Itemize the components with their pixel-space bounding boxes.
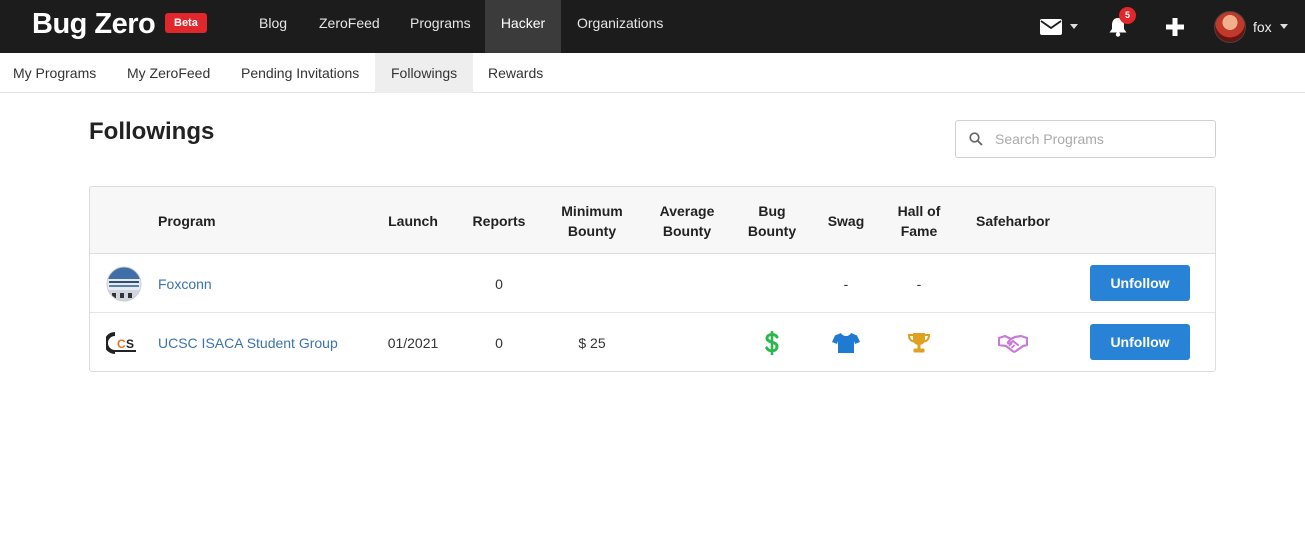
- username: fox: [1253, 18, 1272, 35]
- header-swag: Swag: [827, 212, 865, 229]
- nav-hacker[interactable]: Hacker: [485, 0, 561, 53]
- plus-icon: [1166, 17, 1184, 36]
- chevron-down-icon: [1279, 24, 1288, 29]
- launch-cell: 01/2021: [387, 334, 439, 351]
- notifications-button[interactable]: 5: [1107, 0, 1137, 53]
- messages-menu[interactable]: [1040, 0, 1078, 53]
- header-hall-of-fame: Hall of Fame: [886, 187, 952, 254]
- envelope-icon: [1040, 18, 1062, 35]
- tshirt-icon: [832, 332, 860, 353]
- swag-cell: [816, 313, 876, 371]
- search-icon: [969, 132, 983, 146]
- hall-of-fame-cell: [886, 313, 952, 371]
- notification-count-badge: 5: [1119, 7, 1136, 24]
- safeharbor-cell: [966, 254, 1060, 313]
- subnav-pending-invitations[interactable]: Pending Invitations: [228, 53, 372, 93]
- beta-badge: Beta: [165, 13, 207, 33]
- header-bug-bounty-line1: Bug: [758, 202, 786, 219]
- subnav-followings[interactable]: Followings: [375, 53, 474, 93]
- min-bounty-cell: $ 25: [578, 334, 606, 351]
- unfollow-button[interactable]: Unfollow: [1090, 265, 1190, 301]
- safeharbor-cell: [966, 313, 1060, 371]
- sub-navbar: My Programs My ZeroFeed Pending Invitati…: [0, 53, 1305, 93]
- program-name[interactable]: Foxconn: [158, 276, 212, 292]
- avg-bounty-cell: [643, 254, 731, 313]
- table-row: Foxconn 0 - - Unfollow: [90, 254, 1215, 313]
- avg-bounty-cell: [643, 313, 731, 371]
- nav-blog[interactable]: Blog: [243, 0, 303, 53]
- search-box[interactable]: [955, 120, 1216, 158]
- table-row: C S UCSC ISACA Student Group 01/2021 0 $…: [90, 313, 1215, 371]
- subnav-my-zerofeed[interactable]: My ZeroFeed: [114, 53, 223, 93]
- header-reports: Reports: [472, 212, 526, 229]
- dollar-icon: [765, 330, 779, 355]
- header-bug-bounty: Bug Bounty: [736, 187, 808, 254]
- bug-bounty-cell: [736, 254, 808, 313]
- ucsc-isaca-logo[interactable]: C S: [106, 325, 142, 361]
- header-hall-of-fame-line2: Fame: [900, 222, 938, 239]
- trophy-icon: [907, 332, 931, 352]
- reports-cell: 0: [495, 334, 503, 351]
- reports-cell: 0: [495, 275, 503, 292]
- program-link[interactable]: Foxconn: [158, 254, 212, 313]
- header-minimum-bounty: Minimum Bounty: [548, 187, 636, 254]
- followings-table: Program Launch Reports Minimum Bounty Av…: [89, 186, 1216, 372]
- nav-organizations[interactable]: Organizations: [561, 0, 679, 53]
- subnav-rewards[interactable]: Rewards: [475, 53, 556, 93]
- header-minimum-bounty-line1: Minimum: [561, 202, 623, 219]
- chevron-down-icon: [1070, 24, 1078, 29]
- brand-logo[interactable]: Bug Zero: [32, 7, 156, 41]
- page-title: Followings: [89, 118, 215, 145]
- launch-cell: [380, 254, 446, 313]
- header-average-bounty-line2: Bounty: [662, 222, 712, 239]
- min-bounty-cell: [548, 254, 636, 313]
- unfollow-button[interactable]: Unfollow: [1090, 324, 1190, 360]
- nav-zerofeed[interactable]: ZeroFeed: [303, 0, 396, 53]
- avatar: [1214, 10, 1246, 43]
- search-input[interactable]: [995, 131, 1195, 147]
- foxconn-logo[interactable]: [106, 266, 142, 302]
- header-minimum-bounty-line2: Bounty: [567, 222, 617, 239]
- header-hall-of-fame-line1: Hall of: [897, 202, 941, 219]
- nav-programs[interactable]: Programs: [394, 0, 487, 53]
- top-navbar: Bug Zero Beta Blog ZeroFeed Programs Hac…: [0, 0, 1305, 53]
- program-name[interactable]: UCSC ISACA Student Group: [158, 335, 338, 351]
- program-link[interactable]: UCSC ISACA Student Group: [158, 313, 338, 371]
- svg-text:S: S: [126, 337, 134, 351]
- svg-text:C: C: [117, 337, 126, 351]
- header-safeharbor: Safeharbor: [976, 212, 1050, 229]
- header-launch: Launch: [388, 212, 438, 229]
- user-menu[interactable]: fox: [1214, 0, 1288, 53]
- create-button[interactable]: [1165, 0, 1185, 53]
- header-average-bounty: Average Bounty: [643, 187, 731, 254]
- subnav-my-programs[interactable]: My Programs: [0, 53, 109, 93]
- swag-cell: -: [843, 275, 849, 292]
- table-header: Program Launch Reports Minimum Bounty Av…: [90, 187, 1215, 254]
- handshake-icon: [998, 334, 1028, 353]
- bug-bounty-cell: [736, 313, 808, 371]
- hall-of-fame-cell: -: [916, 275, 922, 292]
- header-program: Program: [158, 212, 216, 229]
- header-bug-bounty-line2: Bounty: [747, 222, 797, 239]
- header-average-bounty-line1: Average: [659, 202, 715, 219]
